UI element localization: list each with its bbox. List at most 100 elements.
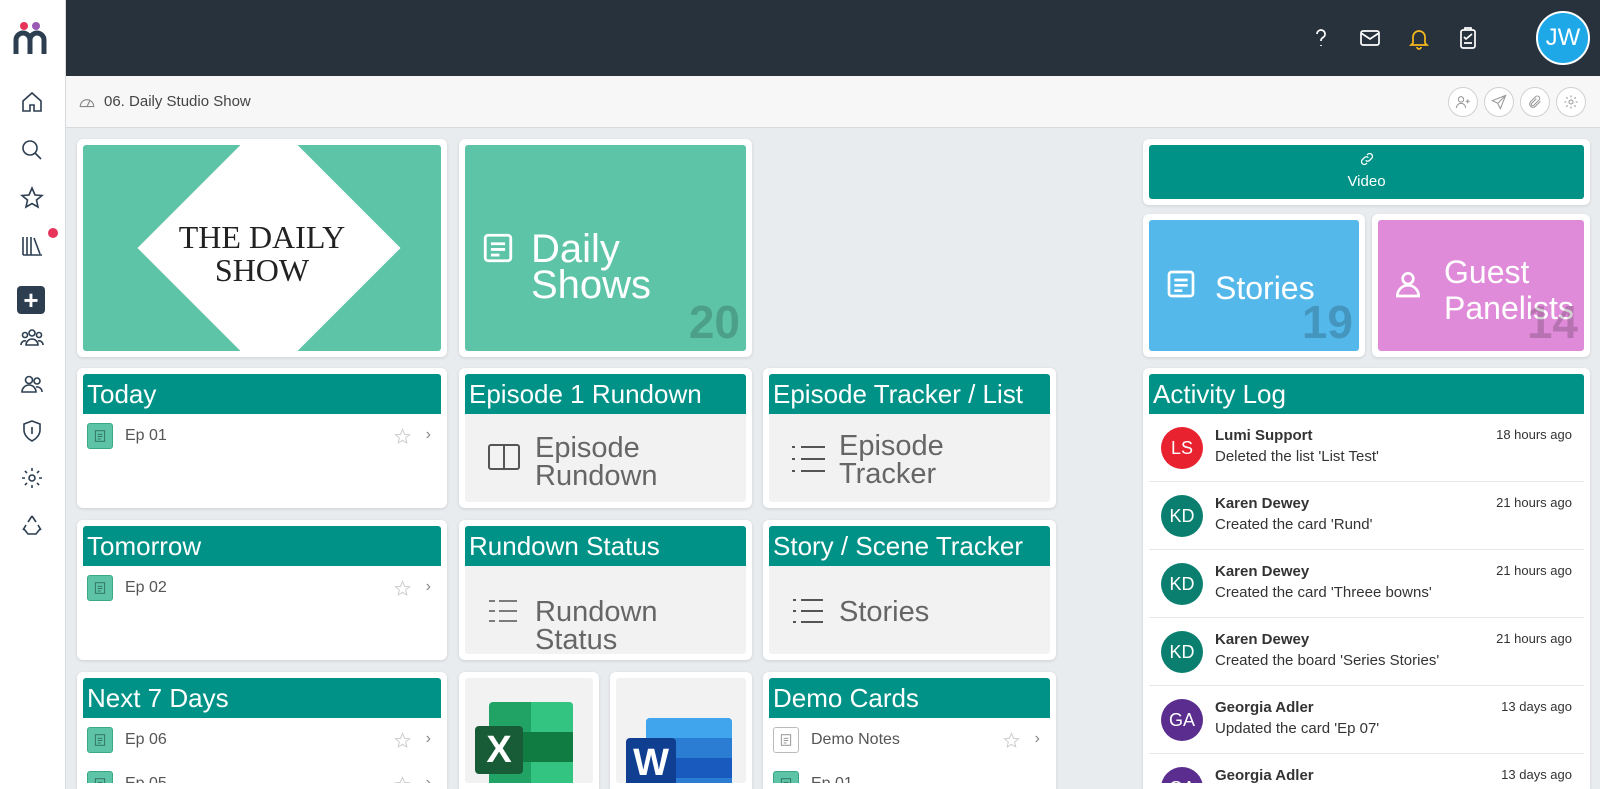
board-settings-button[interactable]	[1556, 87, 1586, 117]
avatar: LS	[1161, 427, 1203, 469]
list-item-label: Ep 01	[811, 775, 853, 783]
card-icon	[87, 771, 113, 783]
card-icon	[87, 575, 113, 601]
activity-user: Lumi Support	[1215, 427, 1313, 444]
rundown-status-title: Rundown Status	[465, 526, 746, 566]
demo-cards-list: Demo Cards Demo Notes › Ep 01	[763, 672, 1056, 789]
list-item[interactable]: Ep 02 ›	[83, 566, 441, 610]
chevron-right-icon[interactable]: ›	[426, 578, 431, 596]
word-letter: W	[626, 738, 676, 783]
send-button[interactable]	[1484, 87, 1514, 117]
activity-item[interactable]: GA Georgia Adler Updated the card 'Ep 07' 1…	[1149, 686, 1584, 754]
activity-item[interactable]: LS Lumi Support Deleted the list 'List Tes…	[1149, 414, 1584, 482]
list-item[interactable]: Ep 06 ›	[83, 718, 441, 762]
activity-item[interactable]: KD Karen Dewey Created the card 'Threee bo…	[1149, 550, 1584, 618]
daily-shows-tile[interactable]: Daily Shows 20	[459, 139, 752, 357]
star-icon[interactable]	[394, 732, 411, 754]
user-avatar[interactable]: JW	[1536, 11, 1590, 65]
note-icon	[773, 727, 799, 753]
add-member-button[interactable]	[1448, 87, 1478, 117]
search-icon[interactable]	[17, 135, 47, 165]
breadcrumb: 06. Daily Studio Show	[66, 76, 1600, 128]
person-icon	[1392, 268, 1424, 305]
story-tracker-title: Story / Scene Tracker	[769, 526, 1050, 566]
activity-log: Activity Log LS Lumi Support Deleted the l…	[1143, 368, 1590, 789]
activity-text: Deleted the list 'List Test'	[1215, 448, 1379, 465]
card-icon	[87, 423, 113, 449]
episode-1-rundown-tile[interactable]: Episode 1 Rundown Episode Rundown	[459, 368, 752, 508]
excel-letter: X	[475, 726, 523, 774]
bell-icon[interactable]	[1405, 24, 1433, 52]
rundown-status-label: Rundown Status	[535, 596, 658, 655]
activity-list[interactable]: LS Lumi Support Deleted the list 'List Tes…	[1149, 414, 1584, 783]
guest-label-line1: Guest	[1444, 254, 1530, 290]
list-item-label: Ep 05	[125, 775, 167, 783]
list-icon	[789, 442, 827, 481]
activity-user: Georgia Adler	[1215, 699, 1314, 716]
star-icon[interactable]	[17, 183, 47, 213]
mail-icon[interactable]	[1356, 24, 1384, 52]
star-icon[interactable]	[1003, 732, 1020, 754]
activity-text: Updated the card 'Ep 07'	[1215, 720, 1380, 737]
guest-panelists-tile[interactable]: Guest Panelists 14	[1372, 214, 1590, 357]
activity-time: 21 hours ago	[1496, 631, 1572, 646]
star-icon[interactable]	[394, 580, 411, 602]
logo-text-line1: THE DAILY	[178, 219, 346, 255]
activity-item[interactable]: GA Georgia Adler 13 days ago	[1149, 754, 1584, 783]
chevron-right-icon[interactable]: ›	[426, 774, 431, 783]
card-icon	[87, 727, 113, 753]
activity-time: 21 hours ago	[1496, 563, 1572, 578]
episode-tracker-tile[interactable]: Episode Tracker / List Episode Tracker	[763, 368, 1056, 508]
shield-icon[interactable]	[17, 416, 47, 446]
demo-cards-title: Demo Cards	[769, 678, 1050, 718]
chevron-right-icon[interactable]: ›	[426, 730, 431, 748]
clipboard-icon[interactable]	[1454, 24, 1482, 52]
list-item[interactable]: Ep 01 ›	[83, 414, 441, 458]
avatar: KD	[1161, 495, 1203, 537]
avatar: GA	[1161, 767, 1203, 783]
page-title: 06. Daily Studio Show	[104, 93, 251, 110]
stories-tile[interactable]: Stories 19	[1143, 214, 1365, 357]
list-item[interactable]: Ep 05 ›	[83, 762, 441, 783]
activity-user: Karen Dewey	[1215, 563, 1310, 580]
tomorrow-title: Tomorrow	[83, 526, 441, 566]
chevron-right-icon[interactable]: ›	[1035, 730, 1040, 748]
rundown-status-tile[interactable]: Rundown Status Rundown Status	[459, 520, 752, 660]
avatar: KD	[1161, 563, 1203, 605]
activity-item[interactable]: KD Karen Dewey Created the card 'Rund' 21 h…	[1149, 482, 1584, 550]
home-icon[interactable]	[17, 87, 47, 117]
story-tracker-tile[interactable]: Story / Scene Tracker Stories	[763, 520, 1056, 660]
list-item[interactable]: Demo Notes ›	[769, 718, 1050, 762]
attach-button[interactable]	[1520, 87, 1550, 117]
users-icon[interactable]	[17, 369, 47, 399]
app-logo[interactable]	[12, 20, 52, 60]
gear-icon[interactable]	[17, 463, 47, 493]
list-item[interactable]: Ep 01	[769, 762, 1050, 783]
help-icon[interactable]	[1307, 24, 1335, 52]
dashboard-icon	[78, 93, 96, 111]
word-file-tile[interactable]: W	[610, 672, 752, 789]
star-icon[interactable]	[394, 776, 411, 783]
list-item-label: Ep 06	[125, 731, 167, 748]
star-icon[interactable]	[394, 428, 411, 450]
table-list-icon	[487, 598, 519, 629]
recycle-icon[interactable]	[17, 510, 47, 540]
excel-file-tile[interactable]: X	[459, 672, 599, 789]
sidebar: +	[0, 0, 66, 789]
team-icon[interactable]	[17, 322, 47, 352]
add-icon[interactable]: +	[17, 286, 45, 314]
activity-time: 13 days ago	[1501, 767, 1572, 782]
video-link-label: Video	[1347, 173, 1386, 190]
activity-text: Created the card 'Rund'	[1215, 516, 1373, 533]
tracker-label-line1: Episode	[839, 430, 944, 462]
chevron-right-icon[interactable]: ›	[426, 426, 431, 444]
library-icon[interactable]	[17, 231, 47, 261]
next7-title: Next 7 Days	[83, 678, 441, 718]
story-tracker-label: Stories	[839, 596, 930, 628]
card-icon	[773, 771, 799, 783]
show-logo-tile[interactable]: THE DAILY SHOW	[77, 139, 447, 357]
video-link-tile[interactable]: Video	[1143, 139, 1590, 205]
daily-shows-label: Daily Shows	[531, 227, 652, 307]
activity-user: Karen Dewey	[1215, 495, 1310, 512]
activity-item[interactable]: KD Karen Dewey Created the board 'Series S…	[1149, 618, 1584, 686]
